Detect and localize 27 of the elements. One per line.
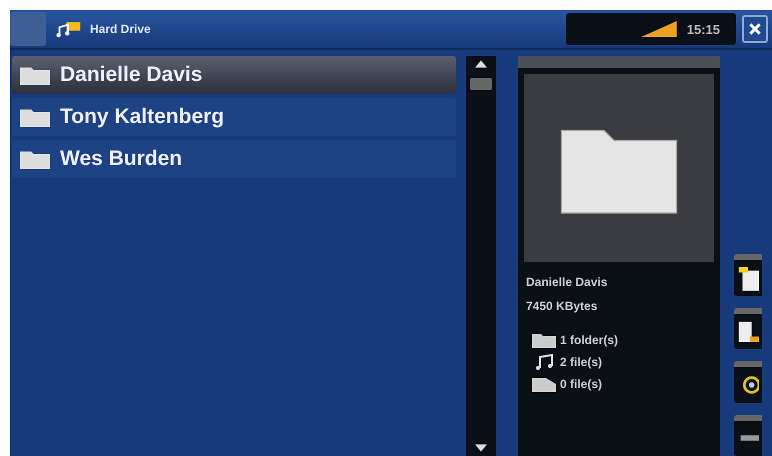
folder-icon xyxy=(18,107,52,127)
close-button[interactable] xyxy=(742,15,768,43)
folder-icon xyxy=(18,149,52,169)
music-folder-icon xyxy=(56,20,82,38)
folder-item[interactable]: Danielle Davis xyxy=(12,56,456,94)
folder-item[interactable]: Tony Kaltenberg xyxy=(12,98,456,136)
close-icon xyxy=(748,22,762,36)
down-arrow-icon[interactable] xyxy=(475,444,487,452)
file-count: 1 folder(s) xyxy=(560,333,618,347)
item-name: Danielle Davis xyxy=(525,274,608,291)
file-count: 0 file(s) xyxy=(560,377,602,391)
folder-icon xyxy=(532,332,556,348)
item-size: 7450 KBytes xyxy=(525,298,598,315)
up-arrow-icon[interactable] xyxy=(475,60,487,68)
side-button[interactable] xyxy=(734,254,762,296)
window-title: Hard Drive xyxy=(90,22,152,36)
side-button[interactable] xyxy=(734,361,762,402)
scrollbar[interactable] xyxy=(466,56,496,456)
folder-icon xyxy=(18,65,52,85)
side-button[interactable] xyxy=(734,308,762,349)
scroll-thumb[interactable] xyxy=(470,78,492,90)
side-button[interactable] xyxy=(734,414,762,456)
signal-icon xyxy=(640,21,677,37)
folder-item[interactable]: Wes Burden xyxy=(12,140,456,178)
file-count: 2 file(s) xyxy=(560,355,602,369)
clock: 15:15 xyxy=(686,22,720,36)
note-icon xyxy=(737,264,759,291)
